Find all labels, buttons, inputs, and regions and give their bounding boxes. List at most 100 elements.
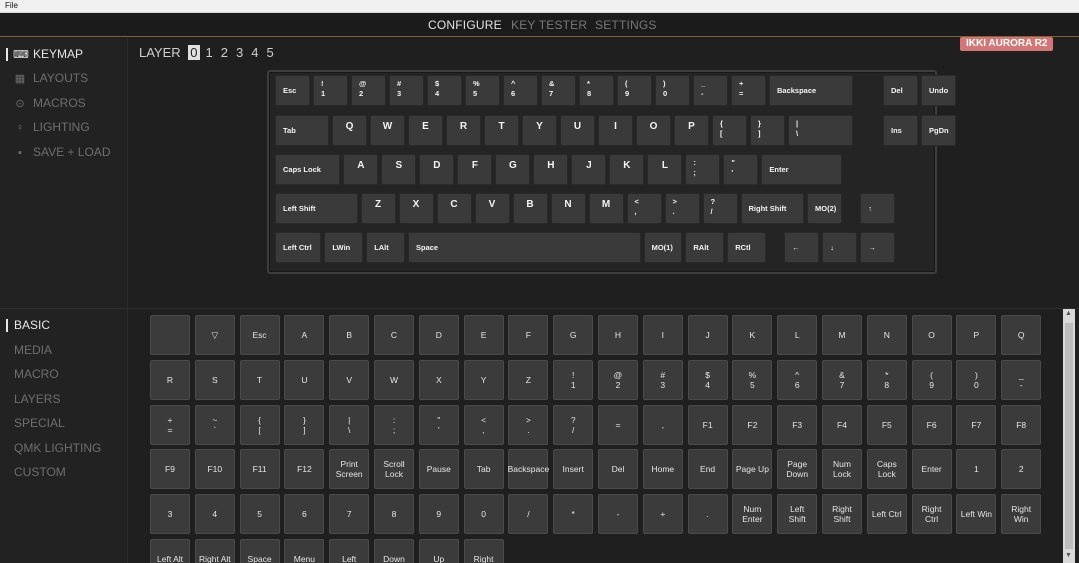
layer-2[interactable]: 2 (219, 45, 230, 60)
keycode-button[interactable]: . (687, 494, 728, 535)
scrollbar[interactable]: ▲ ▼ (1063, 309, 1075, 563)
keycode-button[interactable]: L (777, 315, 818, 355)
keycode-button[interactable]: @ 2 (598, 359, 638, 400)
key-backspace[interactable]: Backspace (769, 75, 854, 106)
key-symbol[interactable]: }] (750, 115, 785, 146)
keycode-button[interactable]: 4 (194, 494, 235, 535)
keycode-button[interactable]: 0 (463, 494, 504, 535)
key-z[interactable]: Z (360, 193, 396, 224)
key-symbol[interactable]: >. (664, 193, 700, 224)
keycode-button[interactable]: ( 9 (911, 359, 952, 400)
key-space[interactable]: Space (408, 232, 641, 263)
keycode-button[interactable]: Z (508, 359, 549, 400)
keycode-button[interactable]: K (732, 315, 773, 355)
key-undo[interactable]: Undo (921, 75, 956, 106)
keycode-button[interactable]: Left (329, 539, 370, 563)
keycode-button[interactable]: " ' (418, 404, 459, 445)
key-symbol[interactable]: + = (731, 75, 766, 106)
keycode-button[interactable]: X (418, 359, 459, 400)
keycode-button[interactable]: ~ ` (194, 404, 235, 445)
sidebar-item-keymap[interactable]: ⌨ KEYMAP (6, 47, 83, 61)
keycode-button[interactable]: Left Shift (777, 494, 818, 535)
keycode-button[interactable]: C (374, 315, 414, 355)
keycode-button[interactable]: F12 (284, 449, 325, 490)
keycode-button[interactable]: O (911, 315, 952, 355)
keycode-button[interactable]: Del (598, 449, 638, 490)
keycode-button[interactable]: Enter (911, 449, 952, 490)
key-x[interactable]: X (398, 193, 434, 224)
keycode-button[interactable]: F2 (732, 404, 773, 445)
key-lalt[interactable]: LAlt (366, 232, 405, 263)
keycode-button[interactable]: F8 (1001, 404, 1042, 445)
keycode-button[interactable]: 7 (329, 494, 370, 535)
keycode-button[interactable]: Menu (284, 539, 325, 563)
key-symbol[interactable]: & 7 (541, 75, 576, 106)
keycode-button[interactable]: : ; (374, 404, 414, 445)
keycode-button[interactable]: Down (374, 539, 414, 563)
keycode-button[interactable]: & 7 (822, 359, 862, 400)
keycode-button[interactable]: Left Win (956, 494, 997, 535)
key-symbol[interactable]: " ' (723, 154, 759, 185)
keycode-button[interactable]: F (508, 315, 549, 355)
keycode-button[interactable]: Right Alt (194, 539, 235, 563)
key-l[interactable]: L (647, 154, 683, 185)
keycode-button[interactable]: F6 (911, 404, 952, 445)
keycode-button[interactable] (150, 315, 190, 355)
keycode-button[interactable]: A (284, 315, 325, 355)
sidebar-item-lighting[interactable]: ♀ LIGHTING (13, 120, 90, 134)
key-symbol[interactable]: ) 0 (655, 75, 690, 106)
key-symbol[interactable]: {[ (712, 115, 747, 146)
keycode-button[interactable]: F3 (777, 404, 818, 445)
key-symbol[interactable]: ^ 6 (503, 75, 538, 106)
key-e[interactable]: E (408, 115, 443, 146)
keycode-button[interactable]: % 5 (732, 359, 773, 400)
keycode-button[interactable]: End (687, 449, 728, 490)
key-symbol[interactable]: :; (685, 154, 721, 185)
keycode-button[interactable]: + = (150, 404, 190, 445)
keycode-button[interactable]: Esc (239, 315, 280, 355)
sidebar-item-save-load[interactable]: ▪ SAVE + LOAD (13, 145, 110, 159)
keycode-button[interactable]: V (329, 359, 370, 400)
key-h[interactable]: H (533, 154, 569, 185)
key-symbol[interactable]: #3 (389, 75, 424, 106)
keycode-button[interactable]: F10 (194, 449, 235, 490)
key-symbol[interactable]: _ - (693, 75, 728, 106)
key-del[interactable]: Del (883, 75, 918, 106)
keycode-button[interactable]: R (150, 359, 190, 400)
keycode-button[interactable]: B (329, 315, 370, 355)
layer-3[interactable]: 3 (234, 45, 245, 60)
keycode-button[interactable]: _ - (1001, 359, 1042, 400)
key-t[interactable]: T (484, 115, 519, 146)
key-symbol[interactable]: * 8 (579, 75, 614, 106)
keycode-button[interactable]: / (508, 494, 549, 535)
keycode-button[interactable]: I (642, 315, 683, 355)
keycode-button[interactable]: Y (463, 359, 504, 400)
key-symbol[interactable]: | \ (788, 115, 854, 146)
keycode-button[interactable]: J (687, 315, 728, 355)
keycode-button[interactable]: ! 1 (553, 359, 594, 400)
keycode-button[interactable]: F11 (239, 449, 280, 490)
keycode-button[interactable]: ? / (553, 404, 594, 445)
keycode-button[interactable]: Right Win (1001, 494, 1042, 535)
key-o[interactable]: O (636, 115, 671, 146)
key-p[interactable]: P (674, 115, 709, 146)
key-symbol[interactable]: % 5 (465, 75, 500, 106)
keycode-button[interactable]: U (284, 359, 325, 400)
category-qmk-lighting[interactable]: QMK LIGHTING (14, 441, 101, 455)
key-right-shift[interactable]: Right Shift (740, 193, 804, 224)
sidebar-item-macros[interactable]: ⊙ MACROS (13, 96, 85, 110)
key-g[interactable]: G (495, 154, 531, 185)
keycode-button[interactable]: # 3 (642, 359, 683, 400)
layer-5[interactable]: 5 (264, 45, 275, 60)
keycode-button[interactable]: N (866, 315, 907, 355)
key-symbol[interactable]: <, (626, 193, 662, 224)
keycode-button[interactable]: , (642, 404, 683, 445)
keycode-button[interactable]: ▽ (194, 315, 235, 355)
category-media[interactable]: MEDIA (14, 343, 52, 357)
scroll-down-icon[interactable]: ▼ (1065, 552, 1072, 559)
category-special[interactable]: SPECIAL (14, 416, 65, 430)
keycode-button[interactable]: < , (463, 404, 504, 445)
key-symbol[interactable]: ↓ (822, 232, 858, 263)
keycode-button[interactable]: Print Screen (329, 449, 370, 490)
key-c[interactable]: C (436, 193, 472, 224)
